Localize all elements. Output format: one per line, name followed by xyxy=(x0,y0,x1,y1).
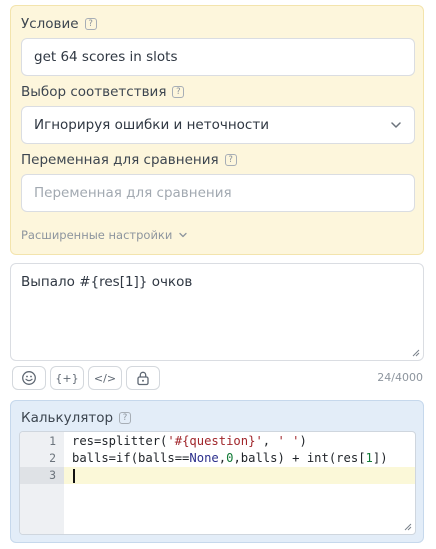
condition-label: Условие xyxy=(21,16,79,32)
advanced-settings-label: Расширенные настройки xyxy=(21,228,173,242)
code-line: 2 balls=if(balls==None,0,balls) + int(re… xyxy=(20,450,415,467)
condition-panel: Условие ? get 64 scores in slots Выбор с… xyxy=(10,5,424,255)
help-icon[interactable]: ? xyxy=(224,154,237,166)
message-text: Выпало #{res[1]} очков xyxy=(21,274,193,290)
lock-icon xyxy=(137,371,149,386)
insert-code-button[interactable]: </> xyxy=(88,366,122,390)
compare-var-label: Переменная для сравнения xyxy=(21,152,219,168)
code-editor[interactable]: 1 res=splitter('#{question}', ' ') 2 bal… xyxy=(19,431,416,535)
calculator-panel: Калькулятор ? 1 res=splitter('#{question… xyxy=(10,400,424,543)
chevron-down-icon xyxy=(391,122,401,128)
line-number: 1 xyxy=(49,434,56,448)
help-icon[interactable]: ? xyxy=(119,412,132,424)
resize-handle-icon[interactable] xyxy=(404,523,412,531)
condition-input[interactable]: get 64 scores in slots xyxy=(21,38,415,76)
lock-button[interactable] xyxy=(126,366,160,390)
calculator-title: Калькулятор xyxy=(21,410,114,426)
help-icon[interactable]: ? xyxy=(172,86,185,98)
code-text: balls=if(balls==None,0,balls) + int(res[… xyxy=(72,451,388,465)
resize-handle-icon[interactable] xyxy=(412,349,420,357)
line-number: 2 xyxy=(49,451,56,465)
match-select-value: Игнорируя ошибки и неточности xyxy=(34,117,269,133)
match-select[interactable]: Игнорируя ошибки и неточности xyxy=(21,106,415,144)
insert-variable-button[interactable]: {+} xyxy=(50,366,84,390)
chevron-down-icon xyxy=(179,232,187,238)
compare-var-label-row: Переменная для сравнения ? xyxy=(21,152,237,168)
code-line: 1 res=splitter('#{question}', ' ') xyxy=(20,433,415,450)
code-line-active: 3 xyxy=(20,467,415,484)
emoji-button[interactable] xyxy=(12,366,46,390)
code-icon: </> xyxy=(93,371,117,385)
compare-var-input[interactable]: Переменная для сравнения xyxy=(21,174,415,212)
match-label-row: Выбор соответствия ? xyxy=(21,84,185,100)
text-cursor xyxy=(73,469,75,483)
emoji-icon xyxy=(22,371,36,385)
match-label: Выбор соответствия xyxy=(21,84,167,100)
message-textarea[interactable]: Выпало #{res[1]} очков xyxy=(10,263,424,361)
char-counter: 24/4000 xyxy=(377,371,423,384)
variable-icon: {+} xyxy=(55,371,79,385)
line-number: 3 xyxy=(20,467,64,484)
code-text: res=splitter('#{question}', ' ') xyxy=(72,434,307,448)
advanced-settings-toggle[interactable]: Расширенные настройки xyxy=(21,228,188,242)
condition-label-row: Условие ? xyxy=(21,16,97,32)
help-icon[interactable]: ? xyxy=(84,18,97,30)
calculator-title-row: Калькулятор ? xyxy=(21,410,132,426)
